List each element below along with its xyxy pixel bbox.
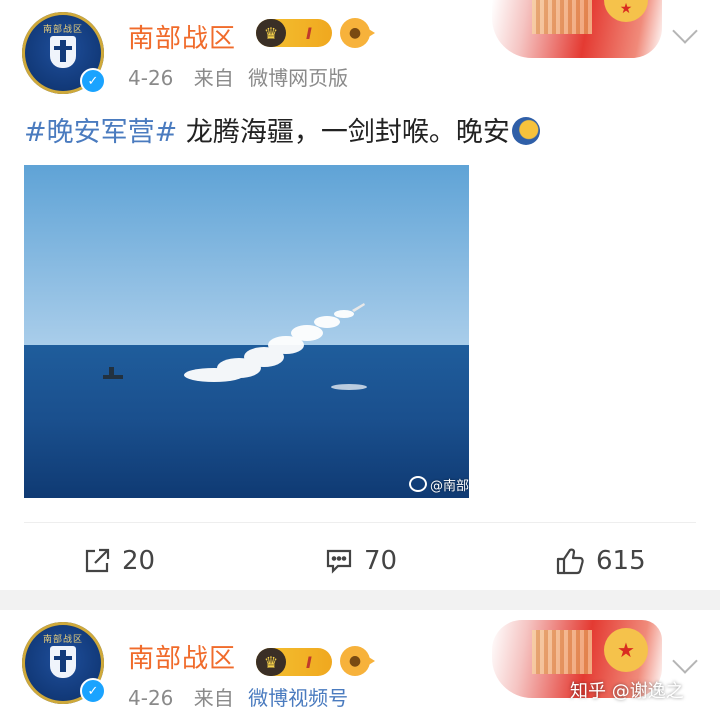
vip-badge[interactable]: ♛ I xyxy=(256,19,332,47)
post-source: 微博网页版 xyxy=(248,66,349,90)
crown-icon: ♛ xyxy=(256,19,286,47)
thumbs-up-icon xyxy=(554,545,586,577)
image-watermark-text: @南部 xyxy=(429,479,469,494)
fish-badge-icon[interactable]: ● xyxy=(340,18,375,48)
emblem-icon xyxy=(50,36,76,68)
emblem-icon xyxy=(50,646,76,678)
comment-count: 70 xyxy=(364,546,398,576)
weibo-post: 南部战区 ✓ 南部战区 ♛ I ● 4-26 来自 微博网页版 ★ #晚安军营#… xyxy=(0,0,720,590)
weibo-post: 南部战区 ✓ 南部战区 ♛ I ● 4-26 来自 微博视频号 ★ xyxy=(0,610,720,720)
verified-icon: ✓ xyxy=(80,678,106,704)
post-meta: 4-26 来自 微博网页版 xyxy=(128,62,348,91)
decoration-arch xyxy=(532,0,592,34)
source-prefix: 来自 xyxy=(193,66,234,90)
author-name[interactable]: 南部战区 xyxy=(128,638,236,675)
source-prefix: 来自 xyxy=(193,686,234,710)
like-button[interactable]: 615 xyxy=(554,541,646,581)
chevron-down-icon[interactable] xyxy=(672,18,698,44)
post-separator xyxy=(0,590,720,610)
moon-emoji-icon xyxy=(511,117,540,145)
author-name[interactable]: 南部战区 xyxy=(128,18,236,55)
crown-icon: ♛ xyxy=(256,648,286,676)
vip-badge[interactable]: ♛ I xyxy=(256,648,332,676)
comment-icon xyxy=(324,546,354,576)
divider xyxy=(24,522,696,523)
avatar-ring-text: 南部战区 xyxy=(42,25,83,35)
star-emblem-icon: ★ xyxy=(604,0,648,22)
weibo-logo-icon xyxy=(408,476,427,492)
vip-level: I xyxy=(306,23,312,43)
like-count: 615 xyxy=(596,546,646,576)
post-source[interactable]: 微博视频号 xyxy=(248,686,348,710)
post-text: 龙腾海疆，一剑封喉。晚安 xyxy=(177,117,510,148)
post-image[interactable]: @南部 xyxy=(24,165,469,498)
fish-badge-icon[interactable]: ● xyxy=(340,646,375,676)
page-watermark: 知乎 @谢逸之 xyxy=(570,681,684,702)
header-decoration: ★ xyxy=(492,0,662,58)
post-content: #晚安军营# 龙腾海疆，一剑封喉。晚安 xyxy=(24,110,540,149)
topic-link[interactable]: #晚安军营# xyxy=(24,117,177,148)
star-emblem-icon: ★ xyxy=(604,628,648,672)
comment-button[interactable]: 70 xyxy=(324,541,397,581)
decoration-arch xyxy=(532,630,592,674)
post-time: 4-26 xyxy=(128,66,174,90)
share-icon xyxy=(82,546,112,576)
post-meta: 4-26 来自 微博视频号 xyxy=(128,682,348,711)
image-watermark: @南部 xyxy=(408,475,469,494)
vip-level: I xyxy=(306,652,312,672)
share-count: 20 xyxy=(122,546,156,576)
verified-icon: ✓ xyxy=(80,68,106,94)
avatar-ring-text: 南部战区 xyxy=(42,635,83,645)
post-time: 4-26 xyxy=(128,686,174,710)
share-button[interactable]: 20 xyxy=(82,541,155,581)
chevron-down-icon[interactable] xyxy=(672,648,698,674)
